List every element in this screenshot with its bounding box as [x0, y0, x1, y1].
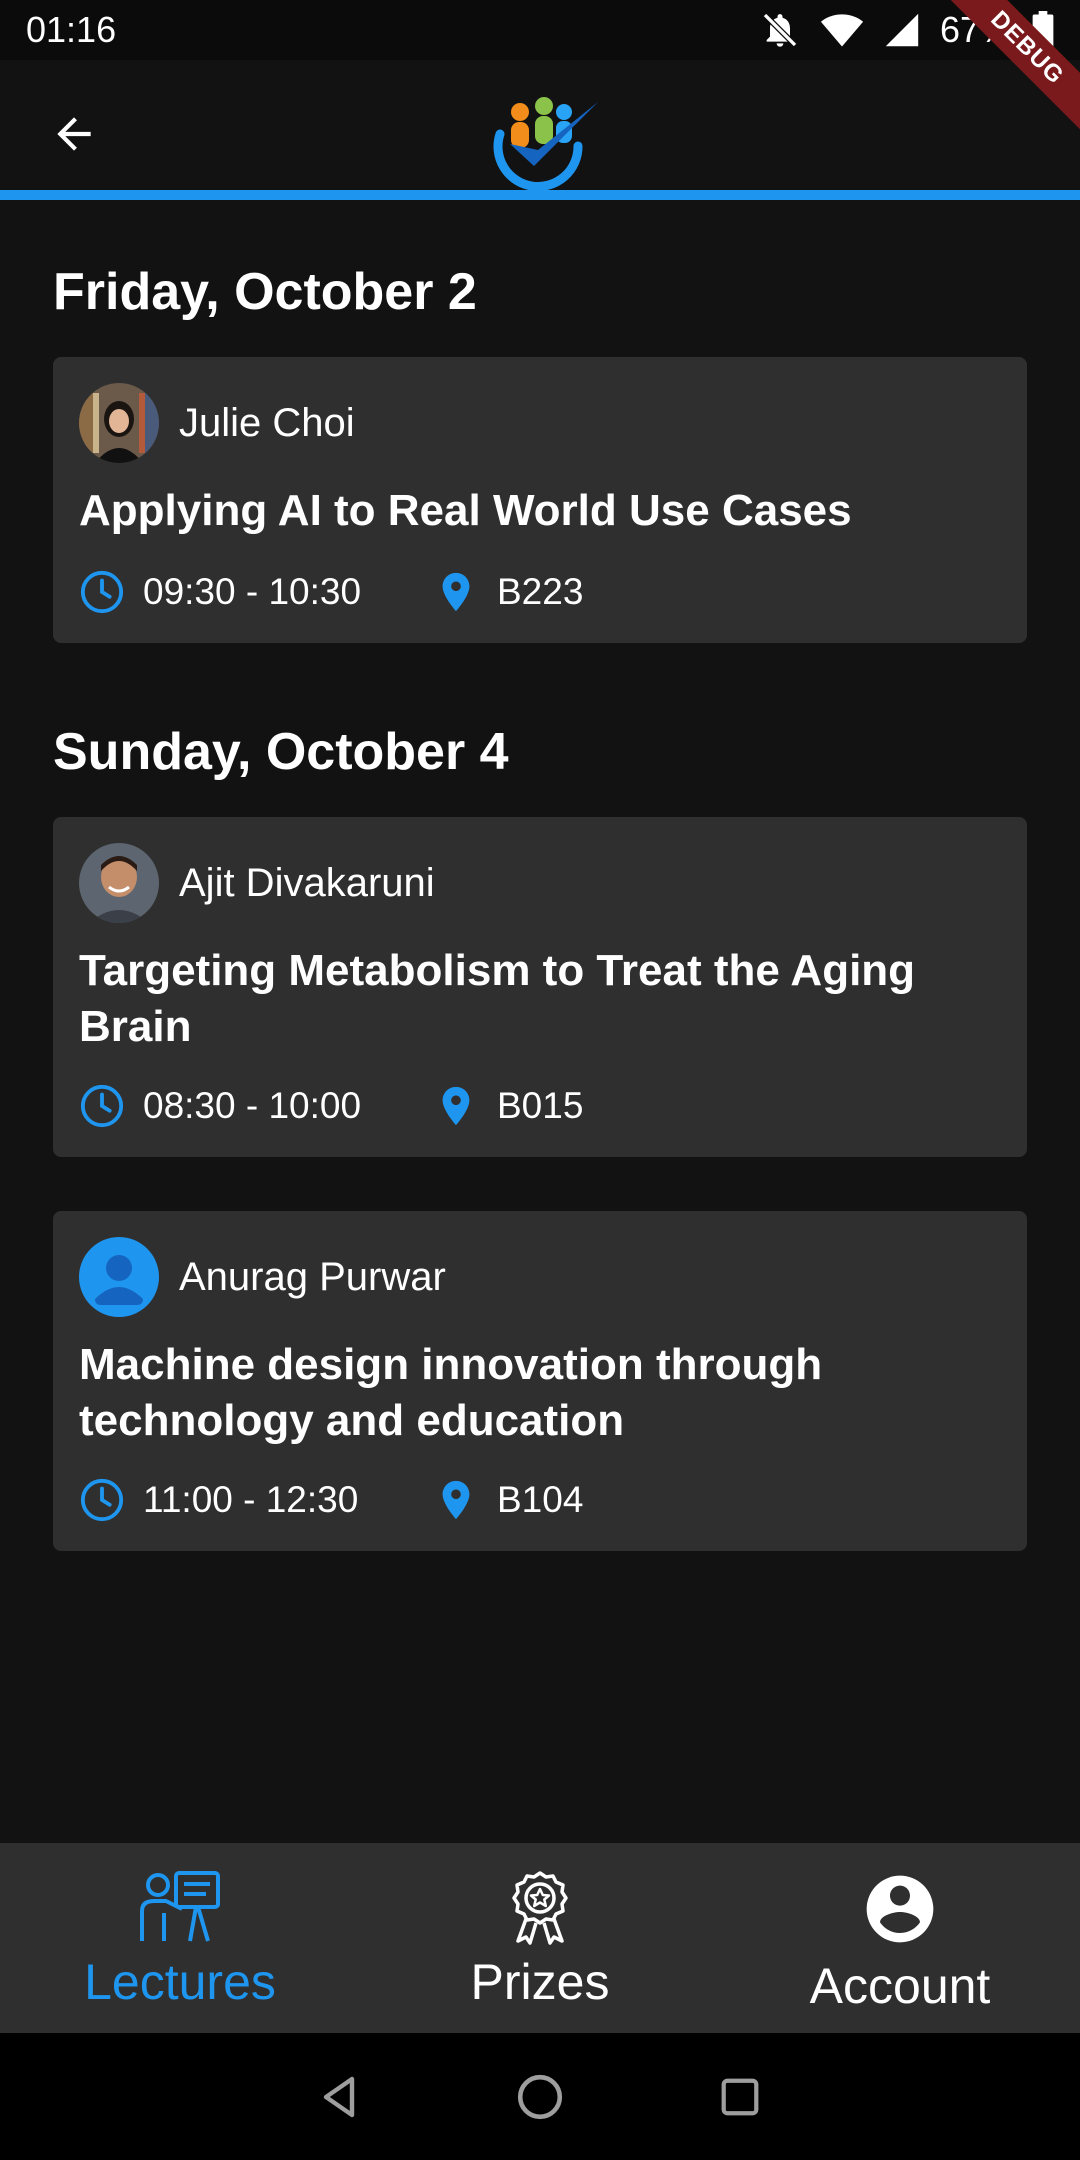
lecture-time: 11:00 - 12:30 — [79, 1477, 433, 1523]
nav-account[interactable]: Account — [720, 1843, 1080, 2033]
system-recents-button[interactable] — [710, 2067, 770, 2127]
clock-icon — [80, 1084, 124, 1128]
people-check-logo-icon — [493, 97, 598, 191]
award-icon — [512, 1871, 568, 1945]
nav-prizes[interactable]: Prizes — [360, 1843, 720, 2033]
arrow-back-icon — [57, 117, 91, 151]
lecture-meta: 09:30 - 10:30 B223 — [79, 569, 583, 615]
clock-icon — [80, 570, 124, 614]
lecturer-icon — [140, 1871, 220, 1942]
app-bar — [0, 60, 1080, 200]
lecture-card[interactable]: Julie Choi Applying AI to Real World Use… — [53, 357, 1027, 643]
speaker-row: Anurag Purwar — [79, 1237, 446, 1317]
room-text: B015 — [497, 1085, 584, 1126]
speaker-photo — [79, 383, 159, 463]
speaker-row: Ajit Divakaruni — [79, 843, 435, 923]
lecture-time: 08:30 - 10:00 — [79, 1083, 433, 1129]
room-text: B104 — [497, 1479, 584, 1520]
day-header: Friday, October 2 — [53, 263, 477, 321]
lecture-time: 09:30 - 10:30 — [79, 569, 433, 615]
lecture-title: Machine design innovation through techno… — [79, 1340, 823, 1445]
location-pin-icon — [442, 1480, 470, 1520]
speaker-avatar — [79, 383, 159, 463]
account-circle-icon — [866, 1875, 934, 1943]
speaker-name: Ajit Divakaruni — [179, 860, 435, 905]
location-pin-icon — [442, 1086, 470, 1126]
wifi-icon — [820, 14, 864, 47]
nav-label: Lectures — [84, 1954, 276, 2010]
location-pin-icon — [442, 572, 470, 612]
notifications-off-icon — [762, 12, 797, 48]
nav-label: Account — [809, 1958, 991, 2014]
lecture-room: B223 — [433, 569, 583, 615]
nav-label: Prizes — [470, 1954, 610, 2010]
speaker-name: Julie Choi — [179, 400, 355, 445]
system-navigation-bar — [0, 2033, 1080, 2160]
time-text: 09:30 - 10:30 — [143, 571, 362, 612]
back-button[interactable] — [44, 104, 104, 164]
time-text: 11:00 - 12:30 — [143, 1479, 359, 1520]
room-text: B223 — [497, 571, 584, 612]
speaker-avatar — [79, 843, 159, 923]
speaker-name: Anurag Purwar — [179, 1254, 446, 1299]
speaker-photo — [79, 843, 159, 923]
circle-home-icon — [517, 2074, 563, 2119]
lecture-card[interactable]: Anurag Purwar Machine design innovation … — [53, 1211, 1027, 1551]
lecture-meta: 08:30 - 10:00 B015 — [79, 1083, 583, 1129]
cell-signal-icon — [885, 13, 919, 47]
system-home-button[interactable] — [510, 2067, 570, 2127]
status-bar: 01:16 67% — [0, 0, 1080, 60]
screen: 01:16 67% DEBUG Friday, October 2 Julie … — [0, 0, 1080, 2160]
lecture-card[interactable]: Ajit Divakaruni Targeting Metabolism to … — [53, 817, 1027, 1157]
day-header: Sunday, October 4 — [53, 723, 509, 781]
time-text: 08:30 - 10:00 — [143, 1085, 362, 1126]
speaker-avatar — [79, 1237, 159, 1317]
lecture-room: B104 — [433, 1477, 583, 1523]
lecture-title: Targeting Metabolism to Treat the Aging … — [79, 946, 916, 1051]
lecture-meta: 11:00 - 12:30 B104 — [79, 1477, 583, 1523]
system-back-button[interactable] — [310, 2067, 370, 2127]
nav-lectures[interactable]: Lectures — [0, 1843, 360, 2033]
lecture-title: Applying AI to Real World Use Cases — [79, 486, 852, 535]
status-time: 01:16 — [26, 9, 117, 50]
speaker-row: Julie Choi — [79, 383, 355, 463]
clock-icon — [80, 1478, 124, 1522]
lecture-room: B015 — [433, 1083, 583, 1129]
triangle-back-icon — [323, 2076, 355, 2117]
person-placeholder-icon — [95, 1255, 143, 1305]
square-recents-icon — [721, 2078, 759, 2115]
bottom-navigation: Lectures Prizes Account — [0, 1843, 1080, 2033]
